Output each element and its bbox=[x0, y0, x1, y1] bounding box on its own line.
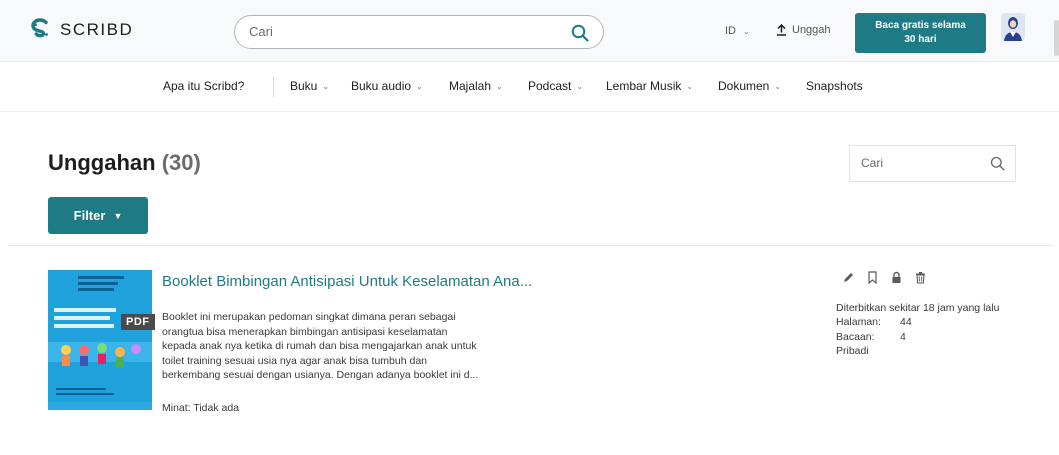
chevron-down-icon: ⌄ bbox=[416, 81, 423, 91]
nav-item-documents[interactable]: Dokumen ⌄ bbox=[718, 79, 781, 93]
search-bar[interactable] bbox=[234, 15, 604, 49]
pages-label: Halaman: bbox=[836, 316, 881, 329]
filter-label: Filter bbox=[73, 208, 106, 223]
upload-label: Unggah bbox=[792, 24, 831, 36]
free-trial-button[interactable]: Baca gratis selama 30 hari bbox=[855, 13, 986, 53]
free-trial-line1: Baca gratis selama bbox=[875, 20, 966, 31]
lock-icon[interactable] bbox=[890, 271, 903, 284]
document-title-link[interactable]: Booklet Bimbingan Antisipasi Untuk Kesel… bbox=[162, 273, 532, 290]
document-meta: Diterbitkan sekitar 18 jam yang lalu Hal… bbox=[836, 301, 999, 359]
page-title: Unggahan (30) bbox=[48, 150, 201, 176]
avatar[interactable] bbox=[1001, 13, 1025, 41]
nav-books-label: Buku bbox=[290, 79, 318, 93]
description-line: Booklet ini merupakan pedoman singkat di… bbox=[162, 311, 456, 323]
description-line: orangtua bisa menerapkan bimbingan antis… bbox=[162, 325, 448, 338]
nav-item-podcasts[interactable]: Podcast ⌄ bbox=[528, 79, 583, 93]
nav-item-about[interactable]: Apa itu Scribd? bbox=[163, 79, 244, 93]
nav-item-magazines[interactable]: Majalah ⌄ bbox=[449, 79, 503, 93]
free-trial-line2: 30 hari bbox=[904, 34, 937, 45]
nav-about-label: Apa itu Scribd? bbox=[163, 79, 245, 93]
nav-divider bbox=[273, 77, 274, 97]
trash-icon[interactable] bbox=[914, 271, 927, 284]
nav-documents-label: Dokumen bbox=[718, 79, 770, 93]
chevron-down-icon: ⌄ bbox=[496, 81, 503, 91]
document-description: Booklet ini merupakan pedoman singkat di… bbox=[162, 310, 502, 383]
top-bar: SCRIBD ID ⌄ Unggah Baca gratis selama 30… bbox=[0, 0, 1059, 62]
language-label: ID bbox=[725, 25, 736, 37]
published-info: Diterbitkan sekitar 18 jam yang lalu bbox=[836, 302, 1000, 314]
nav-snapshots-label: Snapshots bbox=[806, 79, 863, 93]
chevron-down-icon: ⌄ bbox=[686, 81, 694, 91]
logo-text: SCRIBD bbox=[60, 20, 134, 39]
nav-sheet-music-label: Lembar Musik bbox=[606, 79, 682, 93]
visibility-label: Pribadi bbox=[836, 345, 869, 358]
reads-label: Bacaan: bbox=[836, 330, 875, 343]
nav-audiobooks-label: Buku audio bbox=[351, 79, 412, 93]
document-thumbnail[interactable] bbox=[48, 270, 152, 410]
upload-count: (30) bbox=[161, 150, 201, 175]
pdf-badge: PDF bbox=[121, 314, 155, 330]
uploads-search-bar[interactable] bbox=[849, 145, 1016, 182]
reads-row: Bacaan: 4 bbox=[836, 330, 999, 344]
chevron-down-icon: ⌄ bbox=[576, 81, 584, 91]
nav-podcasts-label: Podcast bbox=[528, 79, 572, 93]
document-interest: Minat: Tidak ada bbox=[162, 402, 240, 414]
scrollbar[interactable] bbox=[1054, 20, 1059, 56]
upload-button[interactable]: Unggah bbox=[776, 24, 831, 36]
search-input[interactable] bbox=[249, 24, 549, 39]
divider bbox=[8, 245, 1053, 246]
nav-item-sheet-music[interactable]: Lembar Musik ⌄ bbox=[606, 79, 693, 93]
chevron-down-icon: ⌄ bbox=[743, 26, 750, 36]
reads-value: 4 bbox=[900, 330, 906, 343]
pencil-icon[interactable] bbox=[842, 271, 855, 284]
booklet-cover-image bbox=[48, 270, 152, 410]
user-avatar-icon bbox=[1001, 13, 1025, 41]
language-selector[interactable]: ID ⌄ bbox=[725, 25, 750, 37]
category-nav: Apa itu Scribd? Buku ⌄ Buku audio ⌄ Maja… bbox=[0, 62, 1059, 112]
nav-item-snapshots[interactable]: Snapshots bbox=[806, 79, 863, 93]
description-line: berkembang sesuai dengan usianya. Dengan… bbox=[162, 369, 479, 382]
scribd-logo[interactable]: SCRIBD bbox=[30, 18, 133, 42]
document-actions bbox=[842, 271, 927, 284]
caret-down-icon: ▼ bbox=[113, 210, 123, 221]
scribd-logo-icon bbox=[31, 18, 48, 38]
pages-value: 44 bbox=[900, 316, 912, 329]
pages-row: Halaman: 44 bbox=[836, 315, 999, 329]
search-icon[interactable] bbox=[990, 156, 1005, 171]
chevron-down-icon: ⌄ bbox=[322, 81, 330, 91]
bookmark-icon[interactable] bbox=[866, 271, 879, 284]
filter-button[interactable]: Filter ▼ bbox=[48, 197, 148, 234]
search-icon[interactable] bbox=[571, 24, 589, 42]
description-line: toilet training sesuai usia nya agar ana… bbox=[162, 354, 428, 367]
nav-magazines-label: Majalah bbox=[449, 79, 492, 93]
nav-item-audiobooks[interactable]: Buku audio ⌄ bbox=[351, 79, 423, 93]
description-line: kepada anak nya ketika di rumah dan bisa… bbox=[162, 340, 477, 353]
page-title-text: Unggahan bbox=[48, 150, 156, 175]
chevron-down-icon: ⌄ bbox=[774, 81, 782, 91]
nav-item-books[interactable]: Buku ⌄ bbox=[290, 79, 329, 93]
upload-icon bbox=[777, 24, 786, 36]
uploads-search-input[interactable] bbox=[861, 156, 981, 170]
